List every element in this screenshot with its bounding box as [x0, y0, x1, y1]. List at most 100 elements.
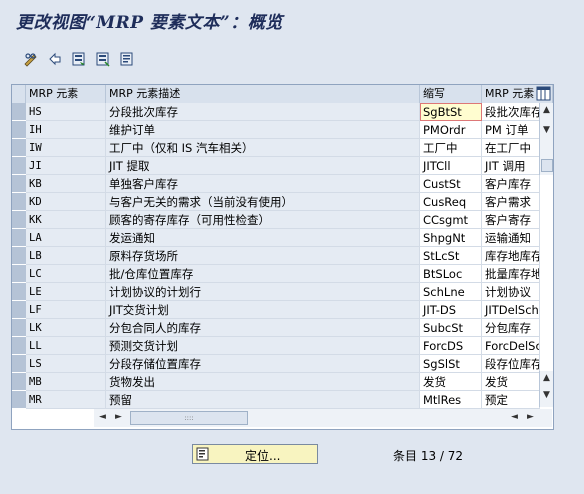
scroll-up-icon[interactable]: ▲ [540, 373, 553, 383]
table-row[interactable]: LE 计划协议的计划行 SchLne 计划协议 [12, 283, 553, 301]
vertical-scrollbar-top[interactable]: ▲ ▼ [539, 103, 553, 175]
column-header-mrp-element-short[interactable]: MRP 元素 [482, 85, 540, 103]
cell-abbreviation[interactable]: JIT-DS [420, 301, 482, 319]
undo-icon[interactable] [46, 50, 64, 68]
vertical-scrollbar-bottom[interactable]: ▲ ▼ [539, 371, 553, 407]
row-selector[interactable] [12, 121, 26, 139]
scroll-down-icon[interactable]: ▼ [540, 390, 553, 400]
cell-abbreviation[interactable]: CCsgmt [420, 211, 482, 229]
cell-abbreviation[interactable]: SubcSt [420, 319, 482, 337]
row-selector[interactable] [12, 265, 26, 283]
table-row[interactable]: LB 原料存货场所 StLcSt 库存地库存 [12, 247, 553, 265]
cell-mrp-element-short[interactable]: 计划协议 [482, 283, 540, 301]
table-row[interactable]: HS 分段批次库存 SgBtSt 段批次库存 [12, 103, 553, 121]
scroll-left-icon[interactable]: ◄ [96, 412, 109, 422]
row-selector[interactable] [12, 229, 26, 247]
cell-mrp-element-short[interactable]: 库存地库存 [482, 247, 540, 265]
scroll-up-icon[interactable]: ▲ [540, 105, 553, 115]
row-selector[interactable] [12, 337, 26, 355]
row-selector[interactable] [12, 193, 26, 211]
row-selector[interactable] [12, 319, 26, 337]
cell-mrp-element-short[interactable]: 在工厂中 [482, 139, 540, 157]
cell-description: 单独客户库存 [106, 175, 420, 193]
scroll-right-icon[interactable]: ► [112, 412, 125, 422]
table-row[interactable]: JI JIT 提取 JITCll JIT 调用 [12, 157, 553, 175]
cell-mrp-element-short[interactable]: JIT 调用 [482, 157, 540, 175]
cell-mrp-element-short[interactable]: 分包库存 [482, 319, 540, 337]
deselect-icon[interactable] [94, 50, 112, 68]
table-row[interactable]: LS 分段存储位置库存 SgSlSt 段存位库存 [12, 355, 553, 373]
cell-abbreviation[interactable]: JITCll [420, 157, 482, 175]
horizontal-scroll-thumb[interactable]: :::: [130, 411, 248, 425]
cell-mrp-element-short[interactable]: 运输通知 [482, 229, 540, 247]
row-selector[interactable] [12, 247, 26, 265]
column-header-abbreviation[interactable]: 缩写 [420, 85, 482, 103]
table-row[interactable]: MB 货物发出 发货 发货 [12, 373, 553, 391]
cell-abbreviation[interactable]: SgBtSt [420, 103, 482, 121]
table-row[interactable]: KK 顾客的寄存库存（可用性检查） CCsgmt 客户寄存 [12, 211, 553, 229]
locate-button[interactable]: 定位... [192, 444, 318, 464]
column-header-mrp-element[interactable]: MRP 元素 [26, 85, 106, 103]
select-all-column-header[interactable] [12, 85, 26, 103]
row-selector[interactable] [12, 139, 26, 157]
scroll-right-icon[interactable]: ► [524, 412, 537, 422]
column-header-description[interactable]: MRP 元素描述 [106, 85, 420, 103]
row-selector[interactable] [12, 157, 26, 175]
table-row[interactable]: KB 单独客户库存 CustSt 客户库存 [12, 175, 553, 193]
cell-abbreviation[interactable]: ForcDS [420, 337, 482, 355]
cell-mrp-element-short[interactable]: ForcDelSch [482, 337, 540, 355]
cell-description: 预留 [106, 391, 420, 409]
cell-mrp-element-short[interactable]: 段存位库存 [482, 355, 540, 373]
cell-mrp-element-short[interactable]: PM 订单 [482, 121, 540, 139]
cell-mrp-element-short[interactable]: 段批次库存 [482, 103, 540, 121]
cell-abbreviation[interactable]: SgSlSt [420, 355, 482, 373]
cell-mrp-element-short[interactable]: 客户库存 [482, 175, 540, 193]
cell-abbreviation[interactable]: PMOrdr [420, 121, 482, 139]
table-row[interactable]: LA 发运通知 ShpgNt 运输通知 [12, 229, 553, 247]
cell-abbreviation[interactable]: StLcSt [420, 247, 482, 265]
row-selector[interactable] [12, 373, 26, 391]
scroll-left-icon[interactable]: ◄ [508, 412, 521, 422]
cell-mrp-element: KD [26, 193, 106, 211]
row-selector[interactable] [12, 355, 26, 373]
cell-mrp-element-short[interactable]: 批量库存地 [482, 265, 540, 283]
column-settings-icon[interactable] [534, 85, 553, 103]
select-all-icon[interactable] [70, 50, 88, 68]
row-selector[interactable] [12, 391, 26, 409]
table-row[interactable]: LC 批/仓库位置库存 BtSLoc 批量库存地 [12, 265, 553, 283]
cell-mrp-element-short[interactable]: 发货 [482, 373, 540, 391]
table-row[interactable]: IH 维护订单 PMOrdr PM 订单 [12, 121, 553, 139]
row-selector[interactable] [12, 175, 26, 193]
cell-abbreviation[interactable]: SchLne [420, 283, 482, 301]
horizontal-scrollbar[interactable]: ◄ ► :::: ◄ ► [94, 409, 552, 427]
cell-mrp-element: LE [26, 283, 106, 301]
pencil-glasses-icon[interactable] [22, 50, 40, 68]
cell-description: 计划协议的计划行 [106, 283, 420, 301]
cell-mrp-element-short[interactable]: 客户寄存 [482, 211, 540, 229]
cell-abbreviation[interactable]: CusReq [420, 193, 482, 211]
cell-mrp-element-short[interactable]: 客户需求 [482, 193, 540, 211]
row-selector[interactable] [12, 103, 26, 121]
cell-abbreviation[interactable]: BtSLoc [420, 265, 482, 283]
row-selector[interactable] [12, 211, 26, 229]
cell-description: 预测交货计划 [106, 337, 420, 355]
row-selector[interactable] [12, 283, 26, 301]
table-row[interactable]: LF JIT交货计划 JIT-DS JITDelSch [12, 301, 553, 319]
cell-abbreviation[interactable]: CustSt [420, 175, 482, 193]
cell-abbreviation[interactable]: MtlRes [420, 391, 482, 409]
cell-description: 分段存储位置库存 [106, 355, 420, 373]
cell-abbreviation[interactable]: 发货 [420, 373, 482, 391]
table-row[interactable]: KD 与客户无关的需求（当前没有使用） CusReq 客户需求 [12, 193, 553, 211]
details-icon[interactable] [118, 50, 136, 68]
cell-abbreviation[interactable]: ShpgNt [420, 229, 482, 247]
cell-mrp-element-short[interactable]: 预定 [482, 391, 540, 409]
cell-abbreviation[interactable]: 工厂中 [420, 139, 482, 157]
table-row[interactable]: IW 工厂中（仅和 IS 汽车相关） 工厂中 在工厂中 [12, 139, 553, 157]
row-selector[interactable] [12, 301, 26, 319]
cell-mrp-element-short[interactable]: JITDelSch [482, 301, 540, 319]
vertical-scroll-thumb[interactable] [541, 159, 553, 172]
table-row[interactable]: LK 分包合同人的库存 SubcSt 分包库存 [12, 319, 553, 337]
table-row[interactable]: MR 预留 MtlRes 预定 [12, 391, 553, 409]
table-row[interactable]: LL预测交货计划ForcDSForcDelSch [12, 337, 553, 355]
scroll-down-icon[interactable]: ▼ [540, 125, 553, 135]
